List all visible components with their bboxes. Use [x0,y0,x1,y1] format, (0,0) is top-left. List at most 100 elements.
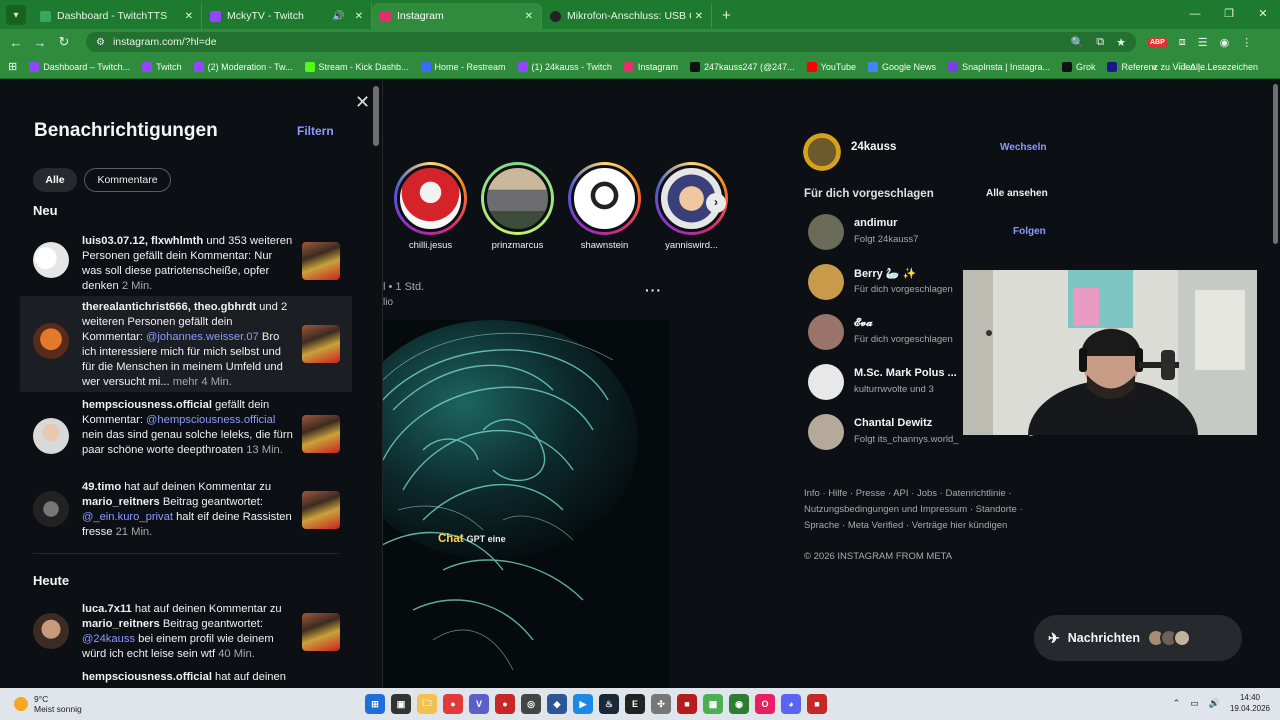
forward-icon[interactable]: → [28,35,52,50]
notification-user[interactable]: hempsciousness.official [82,671,212,683]
app-icon[interactable]: ● [495,694,515,714]
avatar[interactable] [808,314,844,350]
footer-links[interactable]: Info · Hilfe · Presse · API · Jobs · Dat… [804,486,1044,534]
avatar[interactable] [808,214,844,250]
close-tab-icon[interactable]: ✕ [525,11,533,22]
app-icon[interactable]: ◆ [547,694,567,714]
menu-icon[interactable]: ⋮ [1241,36,1252,49]
notification-item[interactable]: 49.timo hat auf deinen Kommentar zu mari… [20,480,352,546]
profile-username[interactable]: 24kauss [851,141,896,153]
chevron-up-icon[interactable]: ⌃ [1173,698,1181,709]
profile-avatar[interactable]: ◉ [1220,36,1230,49]
opera-icon[interactable]: O [755,694,775,714]
filter-button[interactable]: Filtern [297,124,334,138]
notification-user[interactable]: luca.7x11 [82,603,132,615]
close-tab-icon[interactable]: ✕ [695,11,703,22]
more-bookmarks-icon[interactable]: » [1152,62,1157,72]
notification-user[interactable]: mario_reitners [82,618,160,630]
profile-avatar[interactable] [800,130,844,174]
mention-link[interactable]: @24kauss [82,633,135,645]
tab-mikrofon[interactable]: Mikrofon-Anschluss: USB OTG ✕ [542,3,712,29]
story-item[interactable]: shawnstein [568,162,641,251]
install-icon[interactable]: ⧉ [1096,36,1104,49]
windows-start-icon[interactable]: ⊞ [365,694,385,714]
notification-item[interactable]: luis03.07.12, flxwhlmth und 353 weiteren… [20,232,352,296]
suggestion-name[interactable]: Chantal Dewitz [854,417,932,429]
story-item[interactable]: chilli.jesus [394,162,467,251]
app-icon[interactable]: V [469,694,489,714]
bookmark-item[interactable]: (2) Moderation - Tw... [193,61,293,72]
bookmark-item[interactable]: 247kauss247 (@247... [689,61,795,72]
page-scrollbar[interactable] [1273,84,1278,244]
minecraft-icon[interactable]: ▦ [703,694,723,714]
bookmark-item[interactable]: Google News [868,61,936,72]
extensions-icon[interactable]: ⧈ [1179,36,1186,49]
obs-icon[interactable]: ◎ [521,694,541,714]
story-item[interactable]: prinzmarcus [481,162,554,251]
tab-instagram[interactable]: Instagram ✕ [372,3,542,29]
suggestion-name[interactable]: andimur [854,217,897,229]
app-icon[interactable]: ▶ [573,694,593,714]
chip-comments[interactable]: Kommentare [84,168,171,192]
weather-widget[interactable]: 9°C Meist sonnig [14,694,314,714]
tab-dashboard[interactable]: Dashboard - TwitchTTS ✕ [32,3,202,29]
post-thumbnail[interactable] [302,491,340,529]
close-tab-icon[interactable]: ✕ [185,11,193,22]
notifications-scrollbar[interactable] [373,86,379,146]
more-link[interactable]: mehr [173,376,199,388]
bookmark-item[interactable]: Instagram [623,61,678,72]
all-bookmarks-button[interactable]: 🗀 Alle Lesezeichen [1177,59,1258,75]
app-icon[interactable]: ■ [677,694,697,714]
restore-icon[interactable]: ❐ [1212,0,1246,29]
address-bar[interactable]: ⚙ instagram.com/?hl=de 🔍 ⧉ ★ [86,32,1136,52]
notification-user[interactable]: mario_reitners [82,496,160,508]
bookmark-item[interactable]: Stream - Kick Dashb... [304,61,409,72]
app-icon[interactable]: ● [443,694,463,714]
reading-list-icon[interactable]: ☰ [1198,36,1208,49]
avatar[interactable] [808,414,844,450]
mention-link[interactable]: @hempsciousness.official [146,414,275,426]
tab-search-button[interactable]: ▾ [6,5,26,25]
notification-user[interactable]: 49.timo [82,481,121,493]
suggestion-name[interactable]: 𝓔𝓿𝓪 [854,317,873,330]
chrome-icon[interactable]: ◉ [729,694,749,714]
suggestion-name[interactable]: M.Sc. Mark Polus ... [854,367,957,379]
discord-icon[interactable]: ◕ [781,694,801,714]
close-tab-icon[interactable]: ✕ [355,11,363,22]
see-all-link[interactable]: Alle ansehen [986,188,1048,199]
task-view-icon[interactable]: ▣ [391,694,411,714]
file-explorer-icon[interactable]: 🗀 [417,694,437,714]
avatar[interactable] [808,364,844,400]
app-icon[interactable]: ■ [807,694,827,714]
bookmark-item[interactable]: SnapInsta | Instagra... [948,61,1050,72]
minimize-icon[interactable]: — [1178,0,1212,29]
clock[interactable]: 14:40 19.04.2026 [1230,692,1270,714]
notification-item[interactable]: therealantichrist666, theo.gbhrdt und 2 … [20,296,352,392]
post-thumbnail[interactable] [302,325,340,363]
switch-account-link[interactable]: Wechseln [1000,142,1047,153]
follow-button[interactable]: Folgen [1013,226,1046,237]
bookmark-item[interactable]: Grok [1061,61,1095,72]
chip-all[interactable]: Alle [33,168,77,192]
notification-user[interactable]: hempsciousness.official [82,399,212,411]
notification-item[interactable]: hempsciousness.official gefällt dein Kom… [20,398,352,478]
bookmark-star-icon[interactable]: ★ [1116,36,1126,49]
post-thumbnail[interactable] [302,613,340,651]
close-icon[interactable]: ✕ [355,92,370,113]
adblock-icon[interactable]: ABP [1148,37,1167,47]
bookmark-item[interactable]: Twitch [142,61,182,72]
avatar[interactable] [808,264,844,300]
stories-next-button[interactable]: › [706,193,726,213]
notification-user[interactable]: luis03.07.12, flxwhlmth [82,235,203,247]
app-icon[interactable]: ✣ [651,694,671,714]
notification-item[interactable]: hempsciousness.official hat auf deinen [20,670,352,688]
bookmark-item[interactable]: Dashboard – Twitch... [29,61,130,72]
bookmark-item[interactable]: (1) 24kauss - Twitch [517,61,612,72]
post-thumbnail[interactable] [302,242,340,280]
steam-icon[interactable]: ♨ [599,694,619,714]
tab-mckytv[interactable]: MckyTV - Twitch 🔊 ✕ [202,3,372,29]
speaker-icon[interactable]: 🔊 [332,11,344,22]
messages-button[interactable]: ✈ Nachrichten [1034,615,1242,661]
suggestion-name[interactable]: Berry 🦢 ✨ [854,267,916,280]
close-window-icon[interactable]: ✕ [1246,0,1280,29]
